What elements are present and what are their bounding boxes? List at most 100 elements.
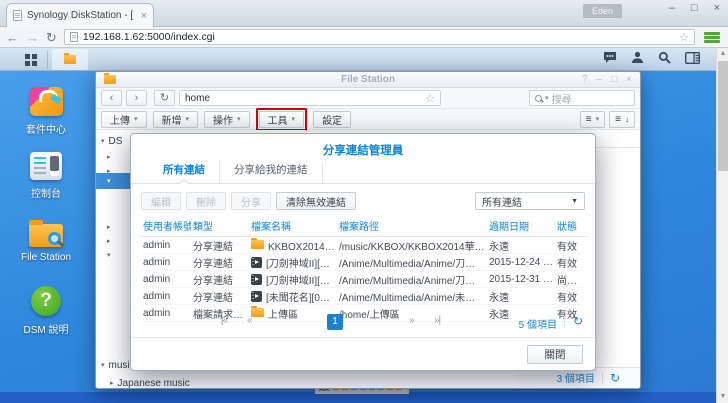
fs-path-input[interactable]: home ☆ [179, 90, 441, 106]
table-row[interactable]: admin分享連結[刀劍神域II][06.../Anime/Multimedia… [141, 254, 587, 271]
prev-page-button[interactable]: « [247, 315, 252, 326]
shared-links-manager-dialog: 分享連結管理員 所有連結 分享給我的連結 編輯 刪除 分享 清除無效連結 所有連… [130, 133, 596, 371]
tree-root-item[interactable]: ▾ DS [101, 134, 122, 148]
fs-minimize-button[interactable]: – [597, 74, 603, 85]
browser-reload-button[interactable]: ↻ [46, 31, 57, 44]
tab-links-shared-with-me[interactable]: 分享給我的連結 [220, 162, 323, 183]
main-menu-button[interactable] [14, 50, 48, 69]
delete-button[interactable]: 刪除 [186, 192, 226, 210]
type-cell: 分享連結 [191, 254, 249, 271]
table-row[interactable]: admin分享連結[刀劍神域II][08.../Anime/Multimedia… [141, 271, 587, 288]
bookmark-star-icon[interactable]: ☆ [679, 31, 689, 44]
url-text[interactable]: 192.168.1.62:5000/index.cgi [83, 31, 674, 43]
sort-button[interactable]: ≡↓ [609, 111, 635, 128]
dialog-refresh-icon[interactable]: ↻ [573, 315, 583, 327]
tab-all-links[interactable]: 所有連結 [149, 162, 220, 183]
browser-back-button[interactable]: ← [6, 31, 19, 44]
column-file-name[interactable]: 檔案名稱 [249, 216, 337, 237]
desktop-icon-control-panel[interactable]: 控制台 [4, 152, 88, 200]
share-button[interactable]: 分享 [231, 192, 271, 210]
fs-search-input[interactable]: ▾ 搜尋 [529, 90, 635, 106]
settings-button[interactable]: 設定 [313, 111, 351, 128]
fs-help-button[interactable]: ? [582, 74, 588, 85]
tree-item[interactable]: ▸ [107, 150, 111, 164]
table-row[interactable]: admin分享連結[未聞花名][04].../Anime/Multimedia/… [141, 288, 587, 305]
fs-forward-button[interactable]: › [126, 90, 147, 106]
close-button[interactable]: 關閉 [527, 345, 583, 364]
view-mode-button[interactable]: ≡▾ [580, 111, 605, 128]
fs-close-button[interactable]: × [626, 74, 632, 85]
taskbar-file-station-button[interactable] [52, 49, 88, 70]
last-page-button[interactable]: »| [434, 315, 440, 326]
desktop-icon-label: File Station [21, 252, 71, 263]
tree-root-label: DS [109, 136, 123, 147]
browser-profile-chip[interactable]: Eden [583, 4, 622, 18]
shared-links-table: 使用者帳號 類型 檔案名稱 檔案路徑 過期日期 狀態 admin分享連結KKBO… [141, 216, 587, 322]
screen: Synology DiskStation - [ × Eden – □ × ← … [0, 0, 728, 403]
current-page-badge[interactable]: 1 [327, 314, 343, 330]
tree-expand-icon[interactable]: ▾ [101, 361, 105, 369]
table-row[interactable]: admin分享連結KKBOX2014華.../music/KKBOX/KKBOX… [141, 237, 587, 254]
fs-refresh-button[interactable]: ↻ [154, 90, 175, 106]
link-type-filter-select[interactable]: 所有連結 ▼ [475, 192, 585, 210]
fs-list-refresh-icon[interactable]: ↻ [610, 372, 620, 384]
file-station-titlebar[interactable]: File Station ? – □ × [96, 72, 640, 88]
scroll-down-icon[interactable]: ▼ [717, 391, 728, 403]
file-station-navbar: ‹ › ↻ home ☆ ▾ 搜尋 [96, 88, 640, 109]
column-file-path[interactable]: 檔案路徑 [337, 216, 487, 237]
create-button[interactable]: 新增▾ [153, 111, 199, 128]
desktop-icon-package-center[interactable]: 套件中心 [4, 87, 88, 136]
column-status[interactable]: 狀態 [555, 216, 587, 237]
search-icon[interactable] [658, 51, 671, 64]
edit-button[interactable]: 編輯 [141, 192, 181, 210]
fs-favorite-star-icon[interactable]: ☆ [425, 92, 435, 105]
tools-button[interactable]: 工具▾ [259, 111, 305, 128]
tree-item[interactable]: ▸ [107, 220, 111, 234]
clear-invalid-links-button[interactable]: 清除無效連結 [276, 192, 356, 210]
fs-back-button[interactable]: ‹ [101, 90, 122, 106]
file-station-title: File Station [96, 74, 640, 85]
type-cell: 分享連結 [191, 288, 249, 305]
column-user[interactable]: 使用者帳號 [141, 216, 191, 237]
path-cell: /Anime/Multimedia/Anime/刀劍神域II/[刀... [337, 271, 487, 288]
status-cell: 尚未生效 [555, 271, 587, 288]
dsm-help-icon: ? [31, 286, 61, 316]
folder-icon [251, 240, 264, 249]
fs-maximize-button[interactable]: □ [611, 74, 617, 85]
notifications-icon[interactable] [603, 51, 617, 64]
browser-close-button[interactable]: × [714, 2, 720, 14]
action-button[interactable]: 操作▾ [204, 111, 250, 128]
desktop-icon-dsm-help[interactable]: ? DSM 說明 [4, 286, 88, 336]
browser-maximize-button[interactable]: □ [691, 2, 698, 14]
tree-expand-icon[interactable]: ▾ [101, 137, 105, 145]
user-options-icon[interactable] [631, 51, 644, 64]
first-page-button[interactable]: |« [221, 315, 227, 326]
widgets-panel-icon[interactable] [685, 52, 700, 64]
browser-forward-button[interactable]: → [26, 31, 39, 44]
tree-item[interactable]: ▸ [107, 234, 111, 248]
desktop-icon-file-station[interactable]: File Station [4, 220, 88, 263]
tab-close-icon[interactable]: × [141, 11, 147, 21]
column-expiry[interactable]: 過期日期 [487, 216, 555, 237]
user-cell: admin [141, 237, 191, 254]
upload-button[interactable]: 上傳▾ [101, 111, 147, 128]
next-page-button[interactable]: » [409, 315, 414, 326]
tree-item[interactable]: ▾ [107, 248, 111, 262]
fs-search-caret-icon: ▾ [545, 94, 549, 102]
desktop-icon-label: DSM 說明 [24, 321, 69, 336]
page-scrollbar[interactable]: ▲ ▼ [716, 48, 728, 403]
browser-menu-button[interactable] [702, 30, 722, 45]
expiry-cell: 永遠 [487, 237, 555, 254]
tree-expand-icon[interactable]: ▸ [110, 379, 114, 387]
tree-item-japanese-music[interactable]: ▸ Japanese music [110, 376, 190, 389]
path-cell: /Anime/Multimedia/Anime/刀劍神域II/[刀... [337, 254, 487, 271]
file-station-task-icon [64, 55, 76, 64]
dialog-title: 分享連結管理員 [131, 134, 595, 158]
scroll-up-icon[interactable]: ▲ [717, 48, 728, 60]
scrollbar-thumb[interactable] [718, 61, 728, 171]
browser-tab[interactable]: Synology DiskStation - [ × [6, 3, 154, 27]
tools-highlight-box: 工具▾ [256, 108, 308, 131]
column-type[interactable]: 類型 [191, 216, 249, 237]
browser-minimize-button[interactable]: – [669, 2, 675, 14]
address-bar[interactable]: 192.168.1.62:5000/index.cgi ☆ [64, 29, 695, 45]
